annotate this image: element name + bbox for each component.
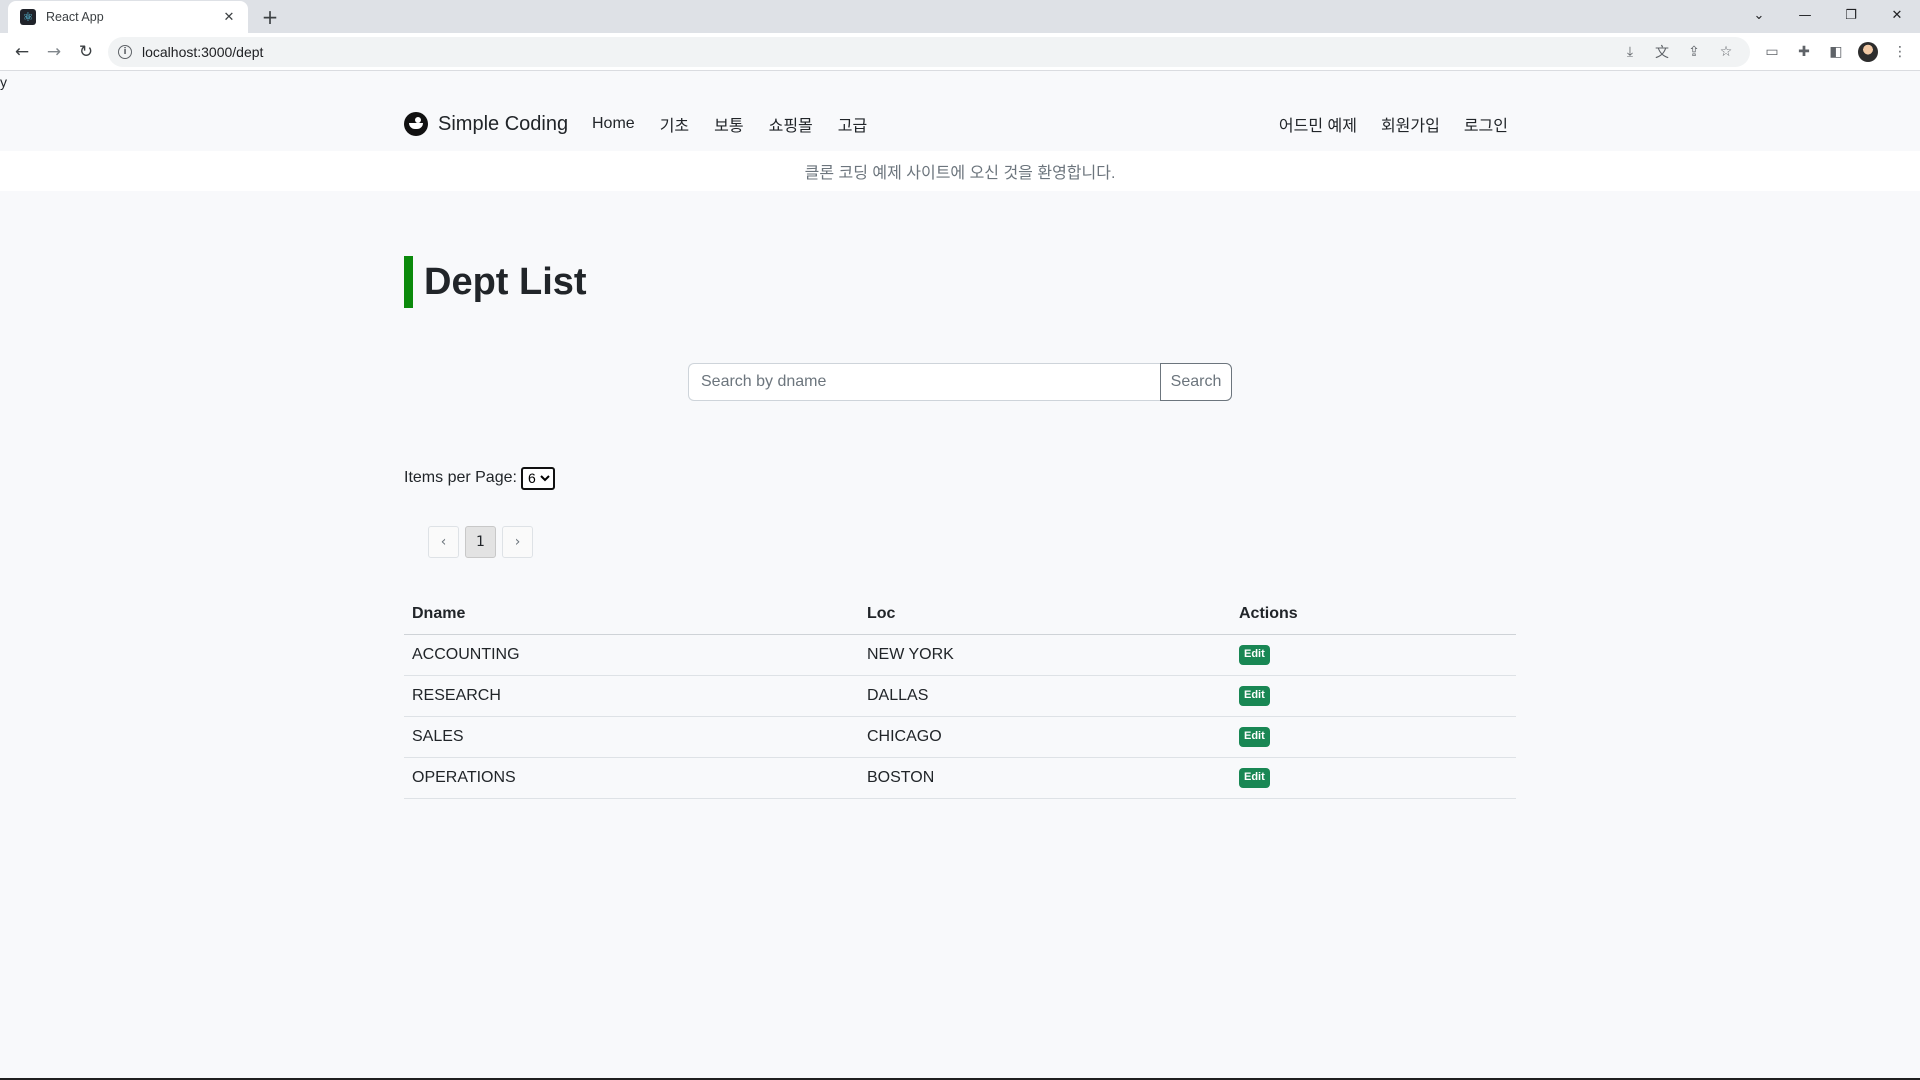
browser-tab[interactable]: ⚛ React App ✕ xyxy=(8,1,248,33)
cell-loc: CHICAGO xyxy=(859,716,1231,758)
prev-page-chevron-left-icon[interactable]: ‹ xyxy=(428,526,459,558)
bookmark-star-icon[interactable]: ☆ xyxy=(1710,37,1742,67)
browser-toolbar: ← → ↻ i localhost:3000/dept ⤓ 文 ⇪ ☆ ▭ ✚ … xyxy=(0,33,1920,71)
cell-loc: BOSTON xyxy=(859,757,1231,799)
cell-dname: RESEARCH xyxy=(404,675,859,717)
cell-dname: OPERATIONS xyxy=(404,757,859,799)
cell-actions: Edit xyxy=(1231,757,1516,799)
items-per-page-select[interactable]: 6 xyxy=(520,466,555,490)
side-panel-icon[interactable]: ◧ xyxy=(1820,38,1852,66)
table-row: OPERATIONS BOSTON Edit xyxy=(404,757,1516,799)
nav-link-normal[interactable]: 보통 xyxy=(714,112,743,136)
back-arrow-icon[interactable]: ← xyxy=(8,38,36,66)
share-icon[interactable]: ⇪ xyxy=(1678,37,1710,67)
pagination: ‹ 1 › xyxy=(428,526,539,558)
stray-text: y xyxy=(0,74,7,90)
table-row: ACCOUNTING NEW YORK Edit xyxy=(404,634,1516,676)
edit-button[interactable]: Edit xyxy=(1239,686,1270,706)
cast-icon[interactable]: ▭ xyxy=(1756,38,1788,66)
cell-loc: NEW YORK xyxy=(859,634,1231,676)
react-favicon-icon: ⚛ xyxy=(20,9,36,25)
tab-close-icon[interactable]: ✕ xyxy=(220,8,238,26)
items-per-page-label: Items per Page: xyxy=(404,469,517,486)
header-loc: Loc xyxy=(859,594,1231,635)
new-tab-button[interactable]: + xyxy=(258,5,282,29)
info-icon[interactable]: i xyxy=(118,45,132,59)
brand-link[interactable]: Simple Coding xyxy=(404,109,568,139)
header-dname: Dname xyxy=(404,594,859,635)
profile-avatar[interactable] xyxy=(1852,38,1884,66)
cell-dname: ACCOUNTING xyxy=(404,634,859,676)
table-row: SALES CHICAGO Edit xyxy=(404,716,1516,758)
site-navbar: Simple Coding Home 기초 보통 쇼핑몰 고급 어드민 예제 회… xyxy=(0,97,1920,151)
extensions-puzzle-icon[interactable]: ✚ xyxy=(1788,38,1820,66)
tab-title: React App xyxy=(46,10,104,24)
brand-logo-icon xyxy=(404,112,428,136)
minimize-icon[interactable]: — xyxy=(1782,0,1828,30)
page-title: Dept List xyxy=(404,256,587,308)
cell-actions: Edit xyxy=(1231,634,1516,676)
search-button[interactable]: Search xyxy=(1160,363,1232,401)
url-text[interactable]: localhost:3000/dept xyxy=(142,44,263,60)
cell-actions: Edit xyxy=(1231,675,1516,717)
reload-icon[interactable]: ↻ xyxy=(72,38,100,66)
edit-button[interactable]: Edit xyxy=(1239,727,1270,747)
cell-actions: Edit xyxy=(1231,716,1516,758)
extension-area: ▭ ✚ ◧ ⋮ xyxy=(1756,38,1916,66)
nav-link-signup[interactable]: 회원가입 xyxy=(1381,112,1440,136)
nav-link-basic[interactable]: 기초 xyxy=(660,112,689,136)
nav-link-advanced[interactable]: 고급 xyxy=(838,112,867,136)
cell-loc: DALLAS xyxy=(859,675,1231,717)
nav-links-right: 어드민 예제 회원가입 로그인 xyxy=(1255,109,1508,139)
menu-kebab-icon[interactable]: ⋮ xyxy=(1884,38,1916,66)
omnibox-actions: ⤓ 文 ⇪ ☆ xyxy=(1614,37,1742,67)
nav-link-shopping[interactable]: 쇼핑몰 xyxy=(769,112,813,136)
nav-link-admin-example[interactable]: 어드민 예제 xyxy=(1279,112,1357,136)
tab-search-icon[interactable]: ⌄ xyxy=(1736,0,1782,30)
address-bar[interactable]: i localhost:3000/dept ⤓ 文 ⇪ ☆ xyxy=(108,37,1750,67)
nav-links-left: Home 기초 보통 쇼핑몰 고급 xyxy=(592,109,892,139)
restore-icon[interactable]: ❐ xyxy=(1828,0,1874,30)
cell-dname: SALES xyxy=(404,716,859,758)
dept-table: Dname Loc Actions ACCOUNTING NEW YORK Ed… xyxy=(404,594,1516,799)
install-icon[interactable]: ⤓ xyxy=(1614,37,1646,67)
table-row: RESEARCH DALLAS Edit xyxy=(404,675,1516,717)
next-page-chevron-right-icon[interactable]: › xyxy=(502,526,533,558)
edit-button[interactable]: Edit xyxy=(1239,768,1270,788)
items-per-page: Items per Page: 6 xyxy=(404,466,555,490)
header-actions: Actions xyxy=(1231,594,1516,635)
nav-link-login[interactable]: 로그인 xyxy=(1464,112,1508,136)
avatar xyxy=(1858,42,1878,62)
search-input[interactable] xyxy=(688,363,1160,401)
brand-name: Simple Coding xyxy=(438,112,569,135)
nav-link-home[interactable]: Home xyxy=(592,115,635,133)
page-button-current[interactable]: 1 xyxy=(465,526,496,558)
search-group: Search xyxy=(688,363,1232,401)
welcome-banner: 클론 코딩 예제 사이트에 오신 것을 환영합니다. xyxy=(0,151,1920,191)
forward-arrow-icon[interactable]: → xyxy=(40,38,68,66)
edit-button[interactable]: Edit xyxy=(1239,645,1270,665)
window-controls: ⌄ — ❐ ✕ xyxy=(1736,0,1920,30)
table-header-row: Dname Loc Actions xyxy=(404,594,1516,635)
translate-icon[interactable]: 文 xyxy=(1646,37,1678,67)
browser-tab-strip: ⚛ React App ✕ + ⌄ — ❐ ✕ xyxy=(0,0,1920,33)
close-icon[interactable]: ✕ xyxy=(1874,0,1920,30)
